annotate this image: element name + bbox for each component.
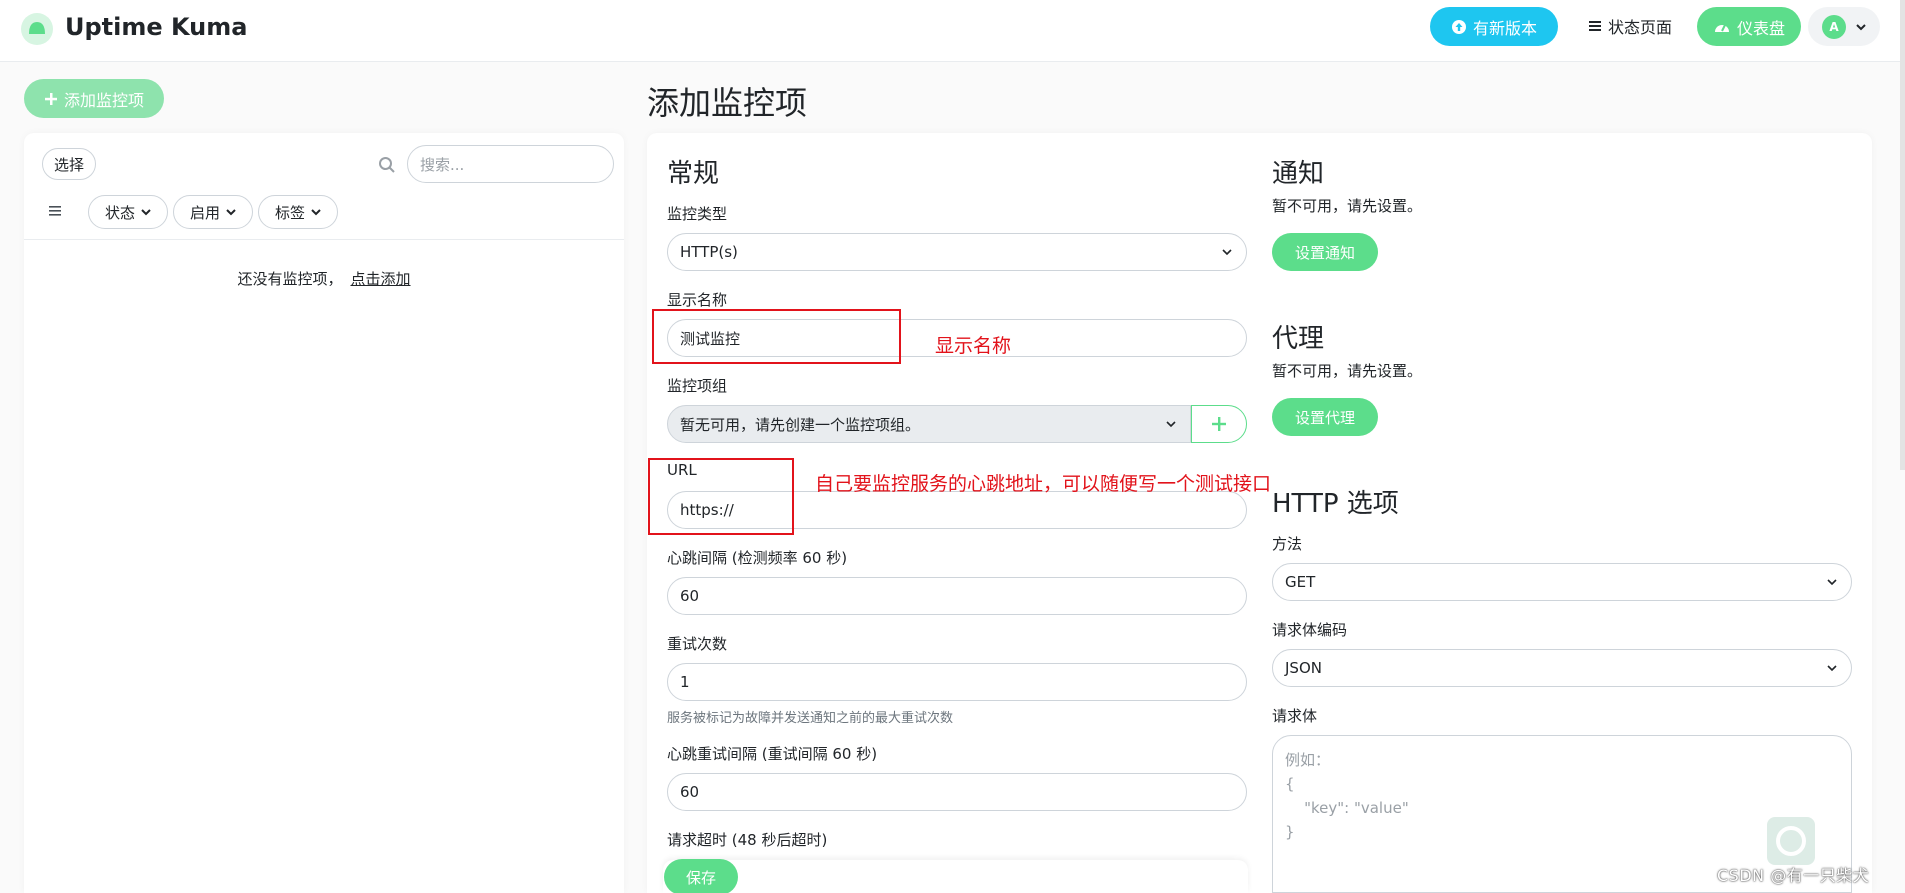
new-version-label: 有新版本 <box>1472 18 1537 38</box>
gauge-icon <box>1714 24 1729 32</box>
divider <box>24 239 624 240</box>
chevron-down-icon <box>141 209 151 216</box>
monitor-group-value: 暂无可用，请先创建一个监控项组。 <box>680 415 921 434</box>
retry-interval-label: 心跳重试间隔 (重试间隔 60 秒) <box>667 745 878 763</box>
retries-label: 重试次数 <box>667 635 728 653</box>
http-options-section-title: HTTP 选项 <box>1272 489 1399 519</box>
url-annotation: 自己要监控服务的心跳地址，可以随便写一个测试接口 <box>815 473 1272 495</box>
setup-proxy-button[interactable]: 设置代理 <box>1272 398 1378 436</box>
top-header: Uptime Kuma 有新版本 状态页面 仪表盘 A <box>0 0 1905 62</box>
monitor-list-panel: 选择 搜索... 状态 启用 标签 还没有监控项， 点击添加 <box>24 133 624 893</box>
heartbeat-interval-input[interactable]: 60 <box>667 577 1247 615</box>
chevron-down-icon <box>1827 579 1837 586</box>
search-input[interactable]: 搜索... <box>407 145 614 183</box>
body-encoding-value: JSON <box>1285 659 1322 677</box>
status-page-link[interactable]: 状态页面 <box>1588 14 1672 38</box>
retry-interval-input[interactable]: 60 <box>667 773 1247 811</box>
notifications-section-title: 通知 <box>1272 159 1325 189</box>
list-icon <box>1589 21 1601 31</box>
chevron-down-icon <box>1827 665 1837 672</box>
app-title[interactable]: Uptime Kuma <box>65 13 247 41</box>
add-monitor-link[interactable]: 点击添加 <box>351 270 411 288</box>
url-highlight-box <box>648 458 794 535</box>
body-encoding-label: 请求体编码 <box>1272 621 1348 639</box>
filter-menu-icon[interactable] <box>48 204 62 218</box>
chevron-down-icon <box>1222 249 1232 256</box>
chevron-down-icon <box>311 209 321 216</box>
filter-active[interactable]: 启用 <box>173 195 253 229</box>
display-name-label: 显示名称 <box>667 291 728 309</box>
display-name-highlight-box <box>652 309 901 364</box>
add-monitor-label: 添加监控项 <box>63 90 144 110</box>
monitor-type-label: 监控类型 <box>667 205 728 223</box>
arrow-up-circle-icon <box>1451 19 1466 34</box>
filter-status-label: 状态 <box>104 203 135 222</box>
monitor-type-value: HTTP(s) <box>680 243 738 261</box>
add-monitor-form: 常规 监控类型 HTTP(s) 显示名称 测试监控 监控项组 暂无可用，请先创建… <box>647 133 1872 893</box>
new-version-button[interactable]: 有新版本 <box>1430 7 1558 46</box>
add-group-button[interactable] <box>1191 405 1247 443</box>
proxy-unavailable-text: 暂不可用，请先设置。 <box>1272 362 1423 380</box>
request-body-label: 请求体 <box>1272 707 1318 725</box>
body-encoding-select[interactable]: JSON <box>1272 649 1852 687</box>
heartbeat-interval-label: 心跳间隔 (检测频率 60 秒) <box>667 549 848 567</box>
filter-tags-label: 标签 <box>274 203 305 222</box>
display-name-annotation: 显示名称 <box>935 335 1012 357</box>
method-value: GET <box>1285 573 1316 591</box>
dashboard-button[interactable]: 仪表盘 <box>1697 7 1801 46</box>
empty-text: 还没有监控项， <box>237 270 343 288</box>
notifications-unavailable-text: 暂不可用，请先设置。 <box>1272 197 1423 215</box>
proxy-section-title: 代理 <box>1272 324 1325 354</box>
avatar: A <box>1822 14 1846 39</box>
monitor-type-select[interactable]: HTTP(s) <box>667 233 1247 271</box>
save-bar <box>663 860 1248 893</box>
retries-help-text: 服务被标记为故障并发送通知之前的最大重试次数 <box>667 711 954 726</box>
search-icon <box>379 157 395 173</box>
csdn-watermark: CSDN @有一只柴犬 <box>1717 866 1870 885</box>
page-title: 添加监控项 <box>647 84 808 122</box>
filter-tags[interactable]: 标签 <box>258 195 338 229</box>
profile-dropdown[interactable]: A <box>1808 7 1880 46</box>
empty-monitor-message: 还没有监控项， 点击添加 <box>24 268 624 289</box>
save-button[interactable]: 保存 <box>664 859 738 893</box>
general-section-title: 常规 <box>667 159 720 189</box>
request-timeout-label: 请求超时 (48 秒后超时) <box>667 831 828 849</box>
monitor-group-label: 监控项组 <box>667 377 728 395</box>
plus-icon <box>1212 417 1226 431</box>
watermark-logo-icon <box>1767 817 1815 865</box>
add-monitor-button[interactable]: 添加监控项 <box>24 79 164 118</box>
monitor-group-select[interactable]: 暂无可用，请先创建一个监控项组。 <box>667 405 1191 443</box>
page-scrollbar[interactable] <box>1900 0 1905 470</box>
dashboard-label: 仪表盘 <box>1736 18 1785 38</box>
setup-notification-button[interactable]: 设置通知 <box>1272 233 1378 271</box>
filter-status[interactable]: 状态 <box>88 195 168 229</box>
uptime-kuma-logo-icon[interactable] <box>20 12 54 46</box>
chevron-down-icon <box>1856 23 1866 30</box>
select-button[interactable]: 选择 <box>42 148 96 180</box>
chevron-down-icon <box>1166 421 1176 428</box>
plus-icon <box>44 92 57 105</box>
method-select[interactable]: GET <box>1272 563 1852 601</box>
chevron-down-icon <box>226 209 236 216</box>
retries-input[interactable]: 1 <box>667 663 1247 701</box>
status-page-label: 状态页面 <box>1608 18 1673 37</box>
method-label: 方法 <box>1272 535 1303 553</box>
filter-active-label: 启用 <box>189 203 220 222</box>
